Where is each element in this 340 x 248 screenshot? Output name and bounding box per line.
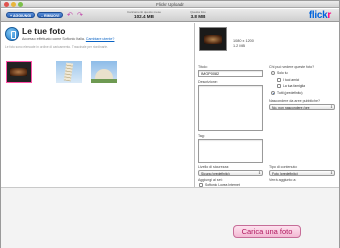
photo-thumbnail[interactable] [91, 61, 117, 83]
checkbox-friends-label: I tuoi amici [283, 78, 300, 82]
chevron-down-icon: ⇕ [329, 105, 333, 109]
title-bar: Flickr Uploadr [1, 1, 339, 8]
group-label: Verrà aggiunto a: [269, 178, 297, 182]
photo-filesize: 1.2 MB [233, 44, 246, 48]
selected-size: Questa foto 3.8 MB [183, 10, 213, 19]
selected-size-value: 3.8 MB [190, 14, 206, 19]
photo-preview [199, 27, 227, 51]
pane-title: Le tue foto [22, 26, 66, 36]
hide-label: Nascondere da aree pubbliche? [269, 99, 320, 103]
title-label: Titolo: [198, 65, 208, 69]
monthly-quota-value: 102.4 MB [134, 14, 154, 19]
title-input[interactable]: IMGP0082 [198, 70, 263, 77]
tags-textarea[interactable] [198, 139, 263, 163]
monthly-quota: Caricamenti questo mese 102.4 MB [121, 10, 167, 19]
account-text: Accesso effettuato come Softonic Italia. [22, 37, 85, 41]
chevron-down-icon: ⇕ [329, 171, 333, 175]
radio-only-you[interactable] [271, 71, 275, 75]
photo-info: 1080 x 1200 1.2 MB [233, 39, 254, 49]
change-user-link[interactable]: Cambiare utente? [86, 37, 115, 41]
window-title: Flickr Uploadr [156, 2, 184, 7]
checkbox-family-label: La tua famiglia [283, 84, 306, 88]
photo-details-pane: 1080 x 1200 1.2 MB Titolo: IMGP0082 Desc… [195, 23, 339, 202]
checkbox-family[interactable] [277, 84, 281, 88]
flickr-logo: flickr [308, 10, 331, 21]
hide-select[interactable]: No, non nascondere (pre ⇕ [269, 104, 335, 110]
photo-thumbnail-selected[interactable] [6, 61, 32, 83]
upload-icon [5, 27, 19, 41]
checkbox-friends[interactable] [277, 78, 281, 82]
add-to-set-label: Aggiungi ai set: [198, 178, 223, 182]
rotate-right-icon[interactable]: ↷ [77, 12, 83, 19]
upload-button[interactable]: Carica una foto [233, 225, 301, 238]
photo-list-pane: Le tue foto Accesso effettuato come Soft… [1, 23, 194, 187]
description-label: Descrizione: [198, 80, 218, 84]
reorder-hint: Le foto sono elencate in ordine di caric… [5, 45, 108, 49]
radio-only-you-label: Solo tu [277, 71, 288, 75]
description-textarea[interactable] [198, 85, 263, 131]
chevron-down-icon: ⇕ [257, 171, 261, 175]
uploadr-window: Flickr Uploadr + AGGIUNGI – RIMUOVI ↶ ↷ … [0, 0, 340, 248]
radio-everyone[interactable] [271, 91, 275, 95]
account-line: Accesso effettuato come Softonic Italia.… [22, 37, 114, 41]
rotate-left-icon[interactable]: ↶ [67, 12, 73, 19]
tags-label: Tag: [198, 134, 205, 138]
visibility-label: Chi può vedere queste foto? [269, 65, 315, 69]
bottom-bar: Carica una foto [1, 187, 339, 248]
content-type-label: Tipo di contenuto: [269, 165, 298, 169]
content-type-select[interactable]: Foto (predefinito) ⇕ [269, 170, 335, 176]
safety-label: Livello di sicurezza: [198, 165, 230, 169]
add-photos-button[interactable]: + AGGIUNGI [6, 12, 36, 18]
remove-photos-button[interactable]: – RIMUOVI [37, 12, 64, 18]
photo-thumbnail[interactable] [56, 61, 82, 83]
safety-select[interactable]: Sicura (predefinito) ⇕ [198, 170, 263, 176]
toolbar: + AGGIUNGI – RIMUOVI ↶ ↷ Caricamenti que… [1, 9, 339, 22]
radio-everyone-label: Tutti (predefinito) [277, 91, 303, 95]
